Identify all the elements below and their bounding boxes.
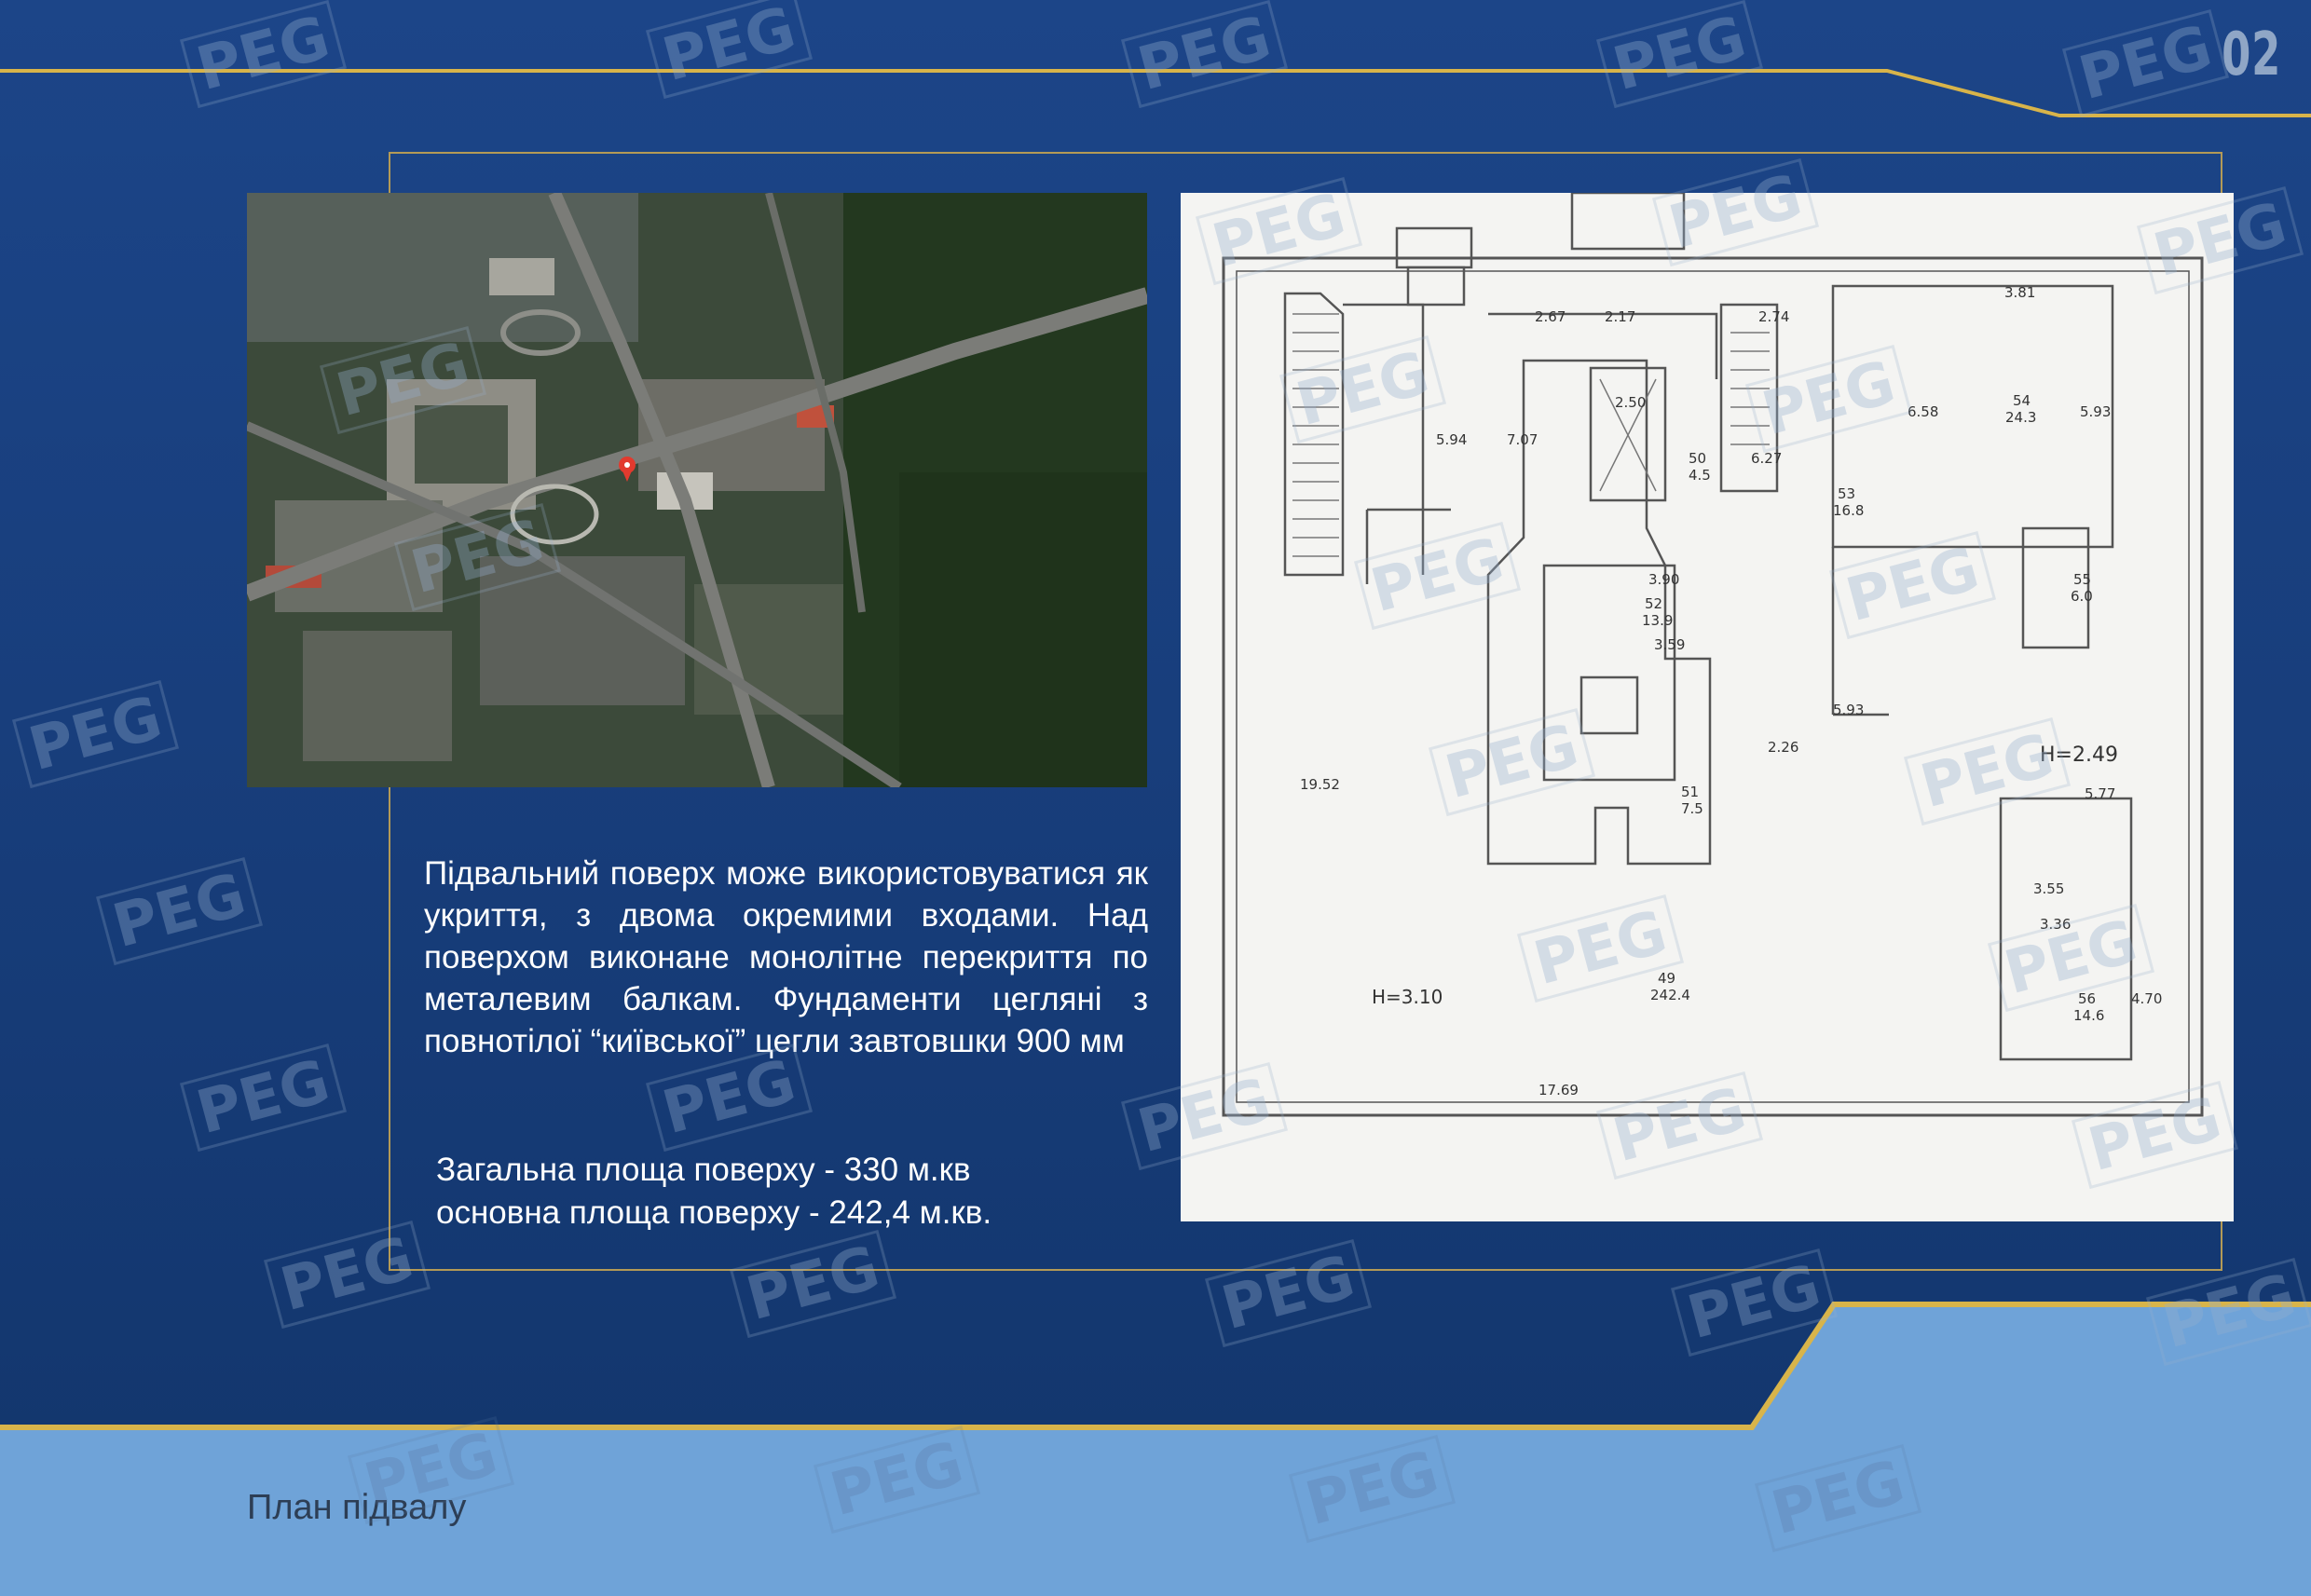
svg-text:6.0: 6.0 bbox=[2071, 588, 2093, 605]
svg-text:51: 51 bbox=[1681, 784, 1699, 800]
svg-text:5.93: 5.93 bbox=[1833, 702, 1864, 718]
svg-text:53: 53 bbox=[1838, 485, 1855, 502]
svg-text:3.55: 3.55 bbox=[2033, 880, 2064, 897]
svg-text:4.5: 4.5 bbox=[1689, 467, 1711, 484]
svg-text:7.07: 7.07 bbox=[1507, 431, 1538, 448]
svg-text:54: 54 bbox=[2013, 392, 2031, 409]
floor-plan-image: 2.67 2.17 2.74 3.81 2.50 5.94 7.07 6.58 5.93 6… bbox=[1181, 191, 2234, 1221]
svg-text:49: 49 bbox=[1658, 970, 1675, 987]
svg-text:14.6: 14.6 bbox=[2073, 1007, 2104, 1024]
svg-text:2.50: 2.50 bbox=[1615, 394, 1646, 411]
page-number: 02 bbox=[2221, 20, 2281, 89]
svg-text:3.90: 3.90 bbox=[1648, 571, 1679, 588]
svg-text:50: 50 bbox=[1689, 450, 1706, 467]
svg-text:17.69: 17.69 bbox=[1538, 1082, 1579, 1098]
svg-text:H=3.10: H=3.10 bbox=[1372, 986, 1443, 1008]
svg-text:24.3: 24.3 bbox=[2005, 409, 2036, 426]
svg-text:7.5: 7.5 bbox=[1681, 800, 1703, 817]
svg-text:2.74: 2.74 bbox=[1758, 308, 1789, 325]
svg-text:56: 56 bbox=[2078, 990, 2096, 1007]
svg-text:5.94: 5.94 bbox=[1436, 431, 1467, 448]
description-text: Підвальний поверх може використовуватися… bbox=[424, 853, 1148, 1062]
svg-text:2.17: 2.17 bbox=[1605, 308, 1635, 325]
svg-text:2.26: 2.26 bbox=[1768, 739, 1798, 756]
total-area-text: Загальна площа поверху - 330 м.кв bbox=[436, 1152, 971, 1188]
svg-text:242.4: 242.4 bbox=[1650, 987, 1690, 1003]
svg-text:13.9: 13.9 bbox=[1642, 612, 1673, 629]
description-paragraph: Підвальний поверх може використовуватися… bbox=[424, 855, 1148, 1059]
svg-text:5.93: 5.93 bbox=[2080, 403, 2111, 420]
svg-text:3.81: 3.81 bbox=[2004, 284, 2035, 301]
main-area-text: основна площа поверху - 242,4 м.кв. bbox=[436, 1194, 992, 1231]
svg-text:4.70: 4.70 bbox=[2131, 990, 2162, 1007]
svg-text:16.8: 16.8 bbox=[1833, 502, 1864, 519]
svg-text:6.27: 6.27 bbox=[1751, 450, 1782, 467]
svg-text:3.59: 3.59 bbox=[1654, 636, 1685, 653]
svg-text:52: 52 bbox=[1645, 595, 1662, 612]
svg-text:55: 55 bbox=[2073, 571, 2091, 588]
svg-text:19.52: 19.52 bbox=[1300, 776, 1340, 793]
area-summary: Загальна площа поверху - 330 м.кв основн… bbox=[436, 1149, 991, 1235]
svg-text:2.67: 2.67 bbox=[1535, 308, 1566, 325]
svg-text:5.77: 5.77 bbox=[2085, 785, 2115, 802]
aerial-map-image bbox=[247, 193, 1147, 787]
